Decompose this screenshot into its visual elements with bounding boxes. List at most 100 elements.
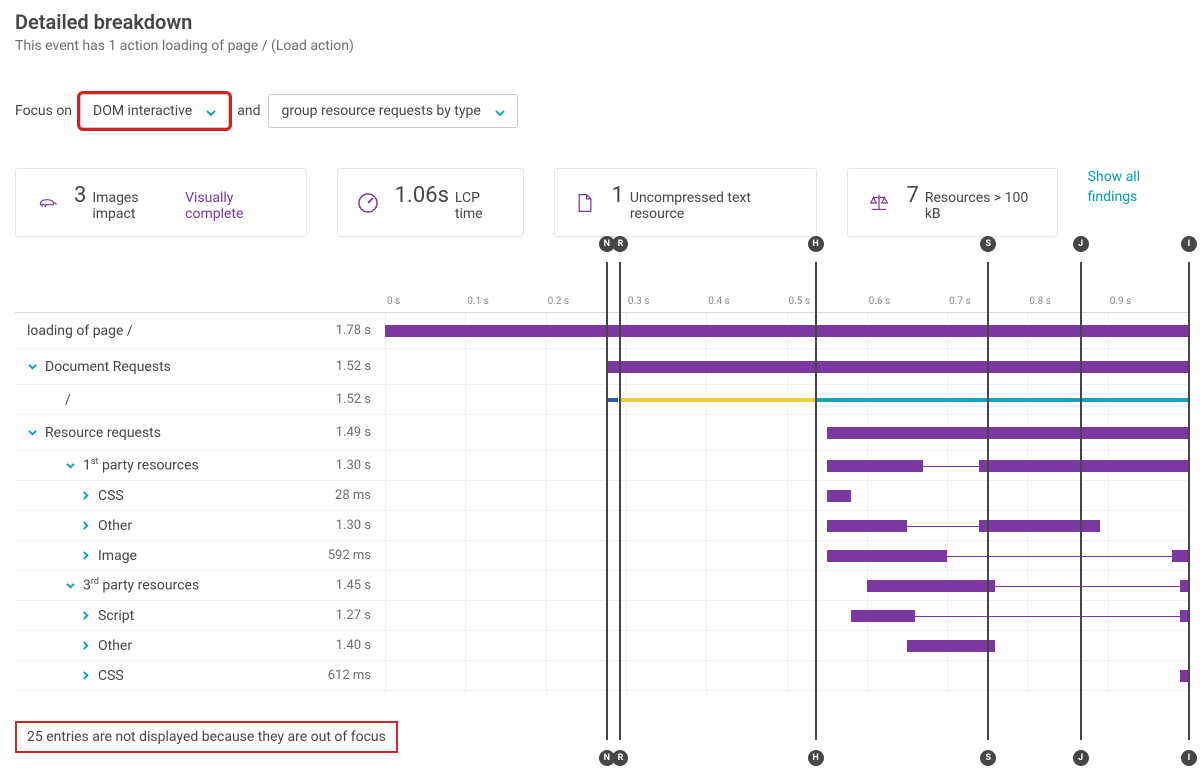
bar bbox=[1180, 610, 1188, 622]
waterfall-row-css1[interactable]: CSS28 ms bbox=[15, 481, 1188, 511]
waterfall-row-other1[interactable]: Other1.30 s bbox=[15, 511, 1188, 541]
card-num: 1.06s bbox=[395, 183, 449, 208]
marker-badge: H bbox=[808, 750, 824, 766]
bar bbox=[1180, 580, 1188, 592]
row-bars bbox=[385, 488, 1188, 504]
chevron-right-icon[interactable] bbox=[80, 611, 90, 621]
row-label: Resource requests bbox=[15, 425, 275, 441]
waterfall-row-first[interactable]: 1st party resources1.30 s bbox=[15, 451, 1188, 481]
bar bbox=[827, 427, 1188, 439]
marker-badge: N bbox=[599, 750, 615, 766]
card-text: LCP time bbox=[455, 190, 505, 222]
chevron-right-icon[interactable] bbox=[80, 671, 90, 681]
chevron-down-icon[interactable] bbox=[27, 362, 37, 372]
row-bars bbox=[385, 638, 1188, 654]
waterfall-row-loading[interactable]: loading of page / 1.78 s bbox=[15, 313, 1188, 349]
bar bbox=[815, 398, 1188, 402]
bar bbox=[995, 586, 1180, 587]
chevron-down-icon[interactable] bbox=[27, 428, 37, 438]
marker-badge: I bbox=[1181, 750, 1197, 766]
row-label-text: 3rd party resources bbox=[83, 577, 199, 594]
chevron-down-icon[interactable] bbox=[65, 581, 75, 591]
row-bars bbox=[385, 323, 1188, 339]
row-label: Image bbox=[15, 548, 275, 564]
waterfall-row-third[interactable]: 3rd party resources1.45 s bbox=[15, 571, 1188, 601]
row-label: CSS bbox=[15, 668, 275, 684]
focus-select-value: DOM interactive bbox=[93, 103, 192, 119]
card-num: 1 bbox=[611, 183, 623, 208]
marker-badge: S bbox=[980, 236, 996, 252]
row-label-text: CSS bbox=[98, 668, 124, 684]
row-bars bbox=[385, 578, 1188, 594]
row-label-text: loading of page / bbox=[27, 323, 133, 339]
marker-badge: N bbox=[599, 236, 615, 252]
waterfall-row-docreq[interactable]: Document Requests1.52 s bbox=[15, 349, 1188, 385]
row-time: 592 ms bbox=[275, 548, 385, 563]
card-uncompressed[interactable]: 1 Uncompressed text resource bbox=[554, 168, 818, 237]
findings-cards: 3 Images impact Visually complete 1.06s … bbox=[15, 168, 1188, 237]
bar bbox=[947, 556, 1188, 557]
waterfall-chart: 0 s0.1 s0.2 s0.3 s0.4 s0.5 s0.6 s0.7 s0.… bbox=[15, 282, 1188, 691]
marker-badge: J bbox=[1073, 750, 1089, 766]
card-num: 7 bbox=[906, 183, 918, 208]
marker-badge: I bbox=[1181, 236, 1197, 252]
bar bbox=[1180, 670, 1188, 682]
filter-row: Focus on DOM interactive and group resou… bbox=[15, 94, 1188, 128]
bar bbox=[979, 460, 1188, 472]
chevron-down-icon[interactable] bbox=[65, 461, 75, 471]
bar bbox=[923, 466, 979, 467]
card-text: Uncompressed text resource bbox=[630, 190, 799, 222]
focus-select[interactable]: DOM interactive bbox=[80, 94, 229, 128]
chevron-right-icon[interactable] bbox=[80, 491, 90, 501]
group-select[interactable]: group resource requests by type bbox=[268, 94, 517, 128]
chevron-right-icon[interactable] bbox=[80, 641, 90, 651]
row-label: loading of page / bbox=[15, 323, 275, 339]
bar bbox=[827, 490, 851, 502]
bar bbox=[619, 398, 814, 402]
tick-label: 0.2 s bbox=[548, 296, 570, 307]
waterfall-row-other2[interactable]: Other1.40 s bbox=[15, 631, 1188, 661]
row-label: Other bbox=[15, 638, 275, 654]
card-text: Images impact bbox=[92, 190, 179, 222]
scale-icon bbox=[866, 190, 892, 216]
card-images[interactable]: 3 Images impact Visually complete bbox=[15, 168, 307, 237]
card-link[interactable]: Visually complete bbox=[185, 190, 288, 222]
waterfall-row-slash[interactable]: /1.52 s bbox=[15, 385, 1188, 415]
focus-label: Focus on bbox=[15, 103, 72, 119]
bar bbox=[979, 520, 1099, 532]
chevron-right-icon[interactable] bbox=[80, 521, 90, 531]
row-label: Document Requests bbox=[15, 359, 275, 375]
row-label: Script bbox=[15, 608, 275, 624]
waterfall-row-css2[interactable]: CSS612 ms bbox=[15, 661, 1188, 691]
card-text: Resources > 100 kB bbox=[925, 190, 1039, 222]
row-time: 1.27 s bbox=[275, 608, 385, 623]
row-bars bbox=[385, 668, 1188, 684]
row-label: Other bbox=[15, 518, 275, 534]
row-time: 1.78 s bbox=[275, 323, 385, 338]
page-title: Detailed breakdown bbox=[15, 10, 1188, 34]
row-label: 1st party resources bbox=[15, 457, 275, 474]
row-bars bbox=[385, 392, 1188, 408]
waterfall-row-resreq[interactable]: Resource requests1.49 s bbox=[15, 415, 1188, 451]
bar bbox=[907, 526, 979, 527]
row-label-text: Image bbox=[98, 548, 137, 564]
waterfall-row-image[interactable]: Image 592 ms bbox=[15, 541, 1188, 571]
chevron-right-icon[interactable] bbox=[80, 551, 90, 561]
waterfall-row-script[interactable]: Script1.27 s bbox=[15, 601, 1188, 631]
row-bars bbox=[385, 518, 1188, 534]
page-subtitle: This event has 1 action loading of page … bbox=[15, 38, 1188, 54]
marker-badge: R bbox=[612, 750, 628, 766]
card-resources[interactable]: 7 Resources > 100 kB bbox=[847, 168, 1057, 237]
bar bbox=[907, 640, 995, 652]
bar bbox=[606, 398, 618, 402]
card-lcp[interactable]: 1.06s LCP time bbox=[337, 168, 524, 237]
bar bbox=[827, 520, 907, 532]
row-bars bbox=[385, 548, 1188, 564]
marker-badge: R bbox=[612, 236, 628, 252]
bar bbox=[606, 361, 1188, 373]
bar bbox=[851, 610, 915, 622]
show-all-findings-link[interactable]: Show all findings bbox=[1088, 168, 1188, 237]
row-label-text: CSS bbox=[98, 488, 124, 504]
tick-label: 0.9 s bbox=[1110, 296, 1132, 307]
marker-badge: J bbox=[1073, 236, 1089, 252]
